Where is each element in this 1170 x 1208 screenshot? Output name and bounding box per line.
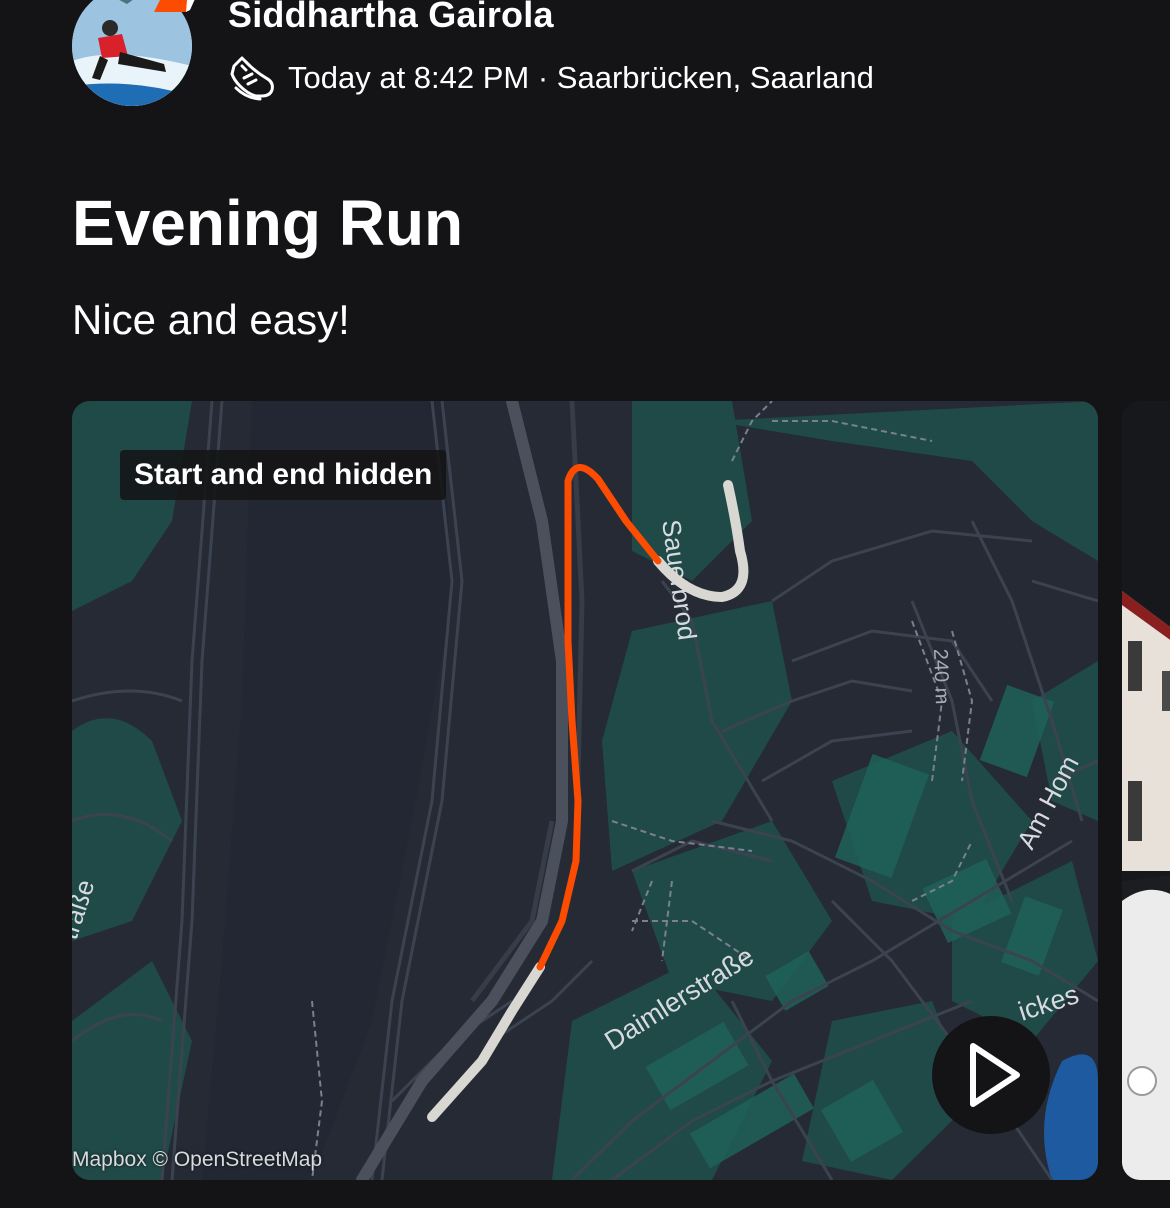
play-button[interactable]: [932, 1016, 1050, 1134]
running-shoe-icon: [230, 56, 274, 101]
activity-meta-text: Today at 8:42 PM · Saarbrücken, Saarland: [288, 60, 874, 95]
subscriber-badge-icon: [152, 0, 200, 26]
activity-photo: [1122, 401, 1170, 1180]
activity-description: Nice and easy!: [72, 296, 350, 343]
privacy-badge: Start and end hidden: [120, 450, 447, 500]
activity-meta-row: Today at 8:42 PM · Saarbrücken, Saarland: [226, 52, 874, 104]
elevation-label: 240 m: [929, 648, 953, 704]
play-icon: [970, 1043, 1020, 1107]
athlete-name[interactable]: Siddhartha Gairola: [228, 0, 554, 36]
map-attribution[interactable]: Mapbox © OpenStreetMap: [72, 1148, 322, 1172]
activity-title[interactable]: Evening Run: [72, 186, 463, 260]
next-media-card[interactable]: [1122, 401, 1170, 1180]
route-map[interactable]: Sauerbrod Daimlerstraße Am Hom traße ick…: [72, 401, 1098, 1180]
